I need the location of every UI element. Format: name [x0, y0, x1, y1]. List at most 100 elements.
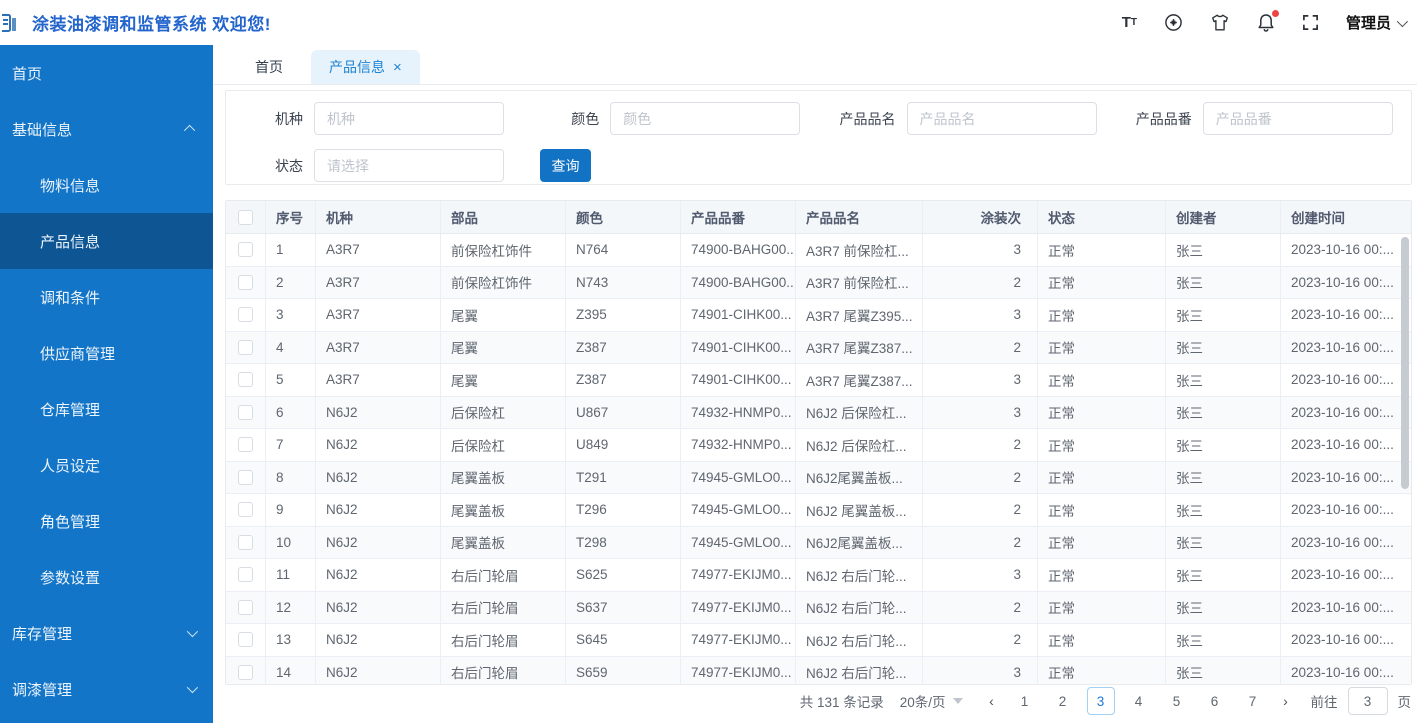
- cell-model: A3R7: [316, 234, 441, 266]
- page-number-6[interactable]: 6: [1201, 687, 1229, 715]
- cell-coats: 2: [923, 624, 1038, 656]
- row-checkbox[interactable]: [238, 664, 253, 680]
- cell-coats: 2: [923, 526, 1038, 558]
- cell-created: 2023-10-16 00:...: [1291, 469, 1394, 485]
- cell-part: 尾翼: [441, 364, 566, 396]
- search-label-color: 颜色: [571, 110, 600, 127]
- sidebar-item-label: 基础信息: [12, 121, 73, 139]
- next-page-button[interactable]: ›: [1275, 693, 1297, 709]
- tab-product-info[interactable]: 产品信息 ×: [311, 50, 420, 84]
- language-icon[interactable]: [1164, 13, 1183, 32]
- cell-created: 2023-10-16 00:...: [1291, 339, 1394, 355]
- row-checkbox[interactable]: [238, 502, 253, 518]
- row-checkbox[interactable]: [238, 404, 253, 420]
- sidebar-item-paint-mgmt[interactable]: 调漆管理: [0, 661, 213, 717]
- vertical-scrollbar[interactable]: [1401, 237, 1409, 489]
- color-input[interactable]: [610, 102, 801, 135]
- table-row: 11 N6J2 右后门轮眉 S625 74977-EKIJM0... N6J2 右后门轮.…: [226, 559, 1411, 592]
- tab-label: 产品信息: [329, 59, 385, 75]
- caret-down-icon: [952, 698, 963, 704]
- search-label-status: 状态: [275, 157, 303, 174]
- row-checkbox[interactable]: [238, 274, 253, 290]
- tab-home[interactable]: 首页: [237, 50, 301, 84]
- cell-creator: 张三: [1166, 494, 1281, 526]
- page-number-2[interactable]: 2: [1049, 687, 1077, 715]
- page-number-5[interactable]: 5: [1163, 687, 1191, 715]
- search-field-model: 机种: [226, 102, 522, 135]
- cell-name: N6J2 右后门轮...: [796, 591, 923, 623]
- model-input[interactable]: [314, 102, 504, 135]
- table-row: 10 N6J2 尾翼盖板 T298 74945-GMLO0... N6J2尾翼盖板... 2…: [226, 526, 1411, 559]
- close-icon[interactable]: ×: [393, 60, 402, 75]
- table-row: 2 A3R7 前保险杠饰件 N743 74900-BAHG00... A3R7 前保险杠.…: [226, 266, 1411, 299]
- product-no-input[interactable]: [1202, 102, 1393, 135]
- cell-color: S645: [566, 624, 681, 656]
- cell-part_no: 74901-CIHK00...: [681, 364, 796, 396]
- cell-model: N6J2: [316, 559, 441, 591]
- row-checkbox[interactable]: [238, 437, 253, 453]
- cell-model: A3R7: [316, 299, 441, 331]
- search-field-color: 颜色: [522, 102, 818, 135]
- sidebar-item-material-info[interactable]: 物料信息: [0, 157, 213, 213]
- page-size-select[interactable]: 20条/页: [900, 691, 963, 711]
- row-checkbox[interactable]: [238, 632, 253, 648]
- select-all-checkbox[interactable]: [238, 209, 253, 225]
- sidebar-item-product-info[interactable]: 产品信息: [0, 213, 213, 269]
- row-checkbox[interactable]: [238, 242, 253, 258]
- prev-page-button[interactable]: ‹: [981, 693, 1003, 709]
- sidebar-item-warehouse-mgmt[interactable]: 仓库管理: [0, 381, 213, 437]
- table-row: 8 N6J2 尾翼盖板 T291 74945-GMLO0... N6J2尾翼盖板... 2 正…: [226, 461, 1411, 494]
- page-number-1[interactable]: 1: [1011, 687, 1039, 715]
- row-checkbox[interactable]: [238, 567, 253, 583]
- tab-label: 首页: [255, 59, 283, 75]
- sidebar-item-role-mgmt[interactable]: 角色管理: [0, 493, 213, 549]
- page-number-4[interactable]: 4: [1125, 687, 1153, 715]
- goto-page-input[interactable]: [1347, 687, 1388, 715]
- page-number-3[interactable]: 3: [1086, 687, 1115, 715]
- row-checkbox-cell: [226, 526, 266, 558]
- user-menu[interactable]: 管理员: [1346, 12, 1409, 33]
- row-checkbox[interactable]: [238, 469, 253, 485]
- cell-status: 正常: [1038, 429, 1166, 461]
- row-checkbox[interactable]: [238, 372, 253, 388]
- table-row: 4 A3R7 尾翼 Z387 74901-CIHK00... A3R7 尾翼Z387...…: [226, 331, 1411, 364]
- row-checkbox[interactable]: [238, 339, 253, 355]
- cell-name: N6J2 右后门轮...: [796, 559, 923, 591]
- table-row: 6 N6J2 后保险杠 U867 74932-HNMP0... N6J2 后保险杠... 3…: [226, 396, 1411, 429]
- sidebar-item-base-info[interactable]: 基础信息: [0, 101, 213, 157]
- sidebar-item-blend-condition[interactable]: 调和条件: [0, 269, 213, 325]
- row-checkbox-cell: [226, 656, 266, 684]
- cell-creator: 张三: [1166, 396, 1281, 428]
- row-checkbox[interactable]: [238, 534, 253, 550]
- cell-creator: 张三: [1166, 429, 1281, 461]
- product-name-input[interactable]: [906, 102, 1097, 135]
- theme-skin-icon[interactable]: [1210, 13, 1230, 32]
- table-row: 5 A3R7 尾翼 Z387 74901-CIHK00... A3R7 尾翼Z387...…: [226, 364, 1411, 397]
- query-button[interactable]: 查询: [540, 149, 591, 182]
- sidebar-item-personnel-setting[interactable]: 人员设定: [0, 437, 213, 493]
- status-select[interactable]: [314, 149, 504, 182]
- cell-coats: 3: [923, 559, 1038, 591]
- row-checkbox[interactable]: [238, 599, 253, 615]
- notifications-bell-icon[interactable]: [1257, 10, 1279, 32]
- cell-status: 正常: [1038, 526, 1166, 558]
- cell-part_no: 74901-CIHK00...: [681, 299, 796, 331]
- sidebar-nav: 首页基础信息物料信息 产品信息 调和条件 供应商管理 仓库管理 人员设定 角色管理 参数设置库…: [0, 45, 213, 723]
- cell-model: N6J2: [316, 396, 441, 428]
- cell-index: 14: [266, 656, 316, 684]
- sidebar-item-inventory-mgmt[interactable]: 库存管理: [0, 605, 213, 661]
- sidebar-item-param-setting[interactable]: 参数设置: [0, 549, 213, 605]
- cell-part: 前保险杠饰件: [441, 266, 566, 298]
- cell-status: 正常: [1038, 461, 1166, 493]
- table-row: 13 N6J2 右后门轮眉 S645 74977-EKIJM0... N6J2 右后门轮.…: [226, 624, 1411, 657]
- page-number-7[interactable]: 7: [1239, 687, 1267, 715]
- row-checkbox[interactable]: [238, 307, 253, 323]
- cell-color: U849: [566, 429, 681, 461]
- cell-coats: 2: [923, 331, 1038, 363]
- sidebar-item-supplier-mgmt[interactable]: 供应商管理: [0, 325, 213, 381]
- font-size-icon[interactable]: TT: [1122, 14, 1137, 31]
- cell-name: N6J2尾翼盖板...: [796, 461, 923, 493]
- fullscreen-icon[interactable]: [1302, 14, 1319, 31]
- sidebar-item-home[interactable]: 首页: [0, 45, 213, 101]
- column-header: 涂装次: [923, 201, 1038, 233]
